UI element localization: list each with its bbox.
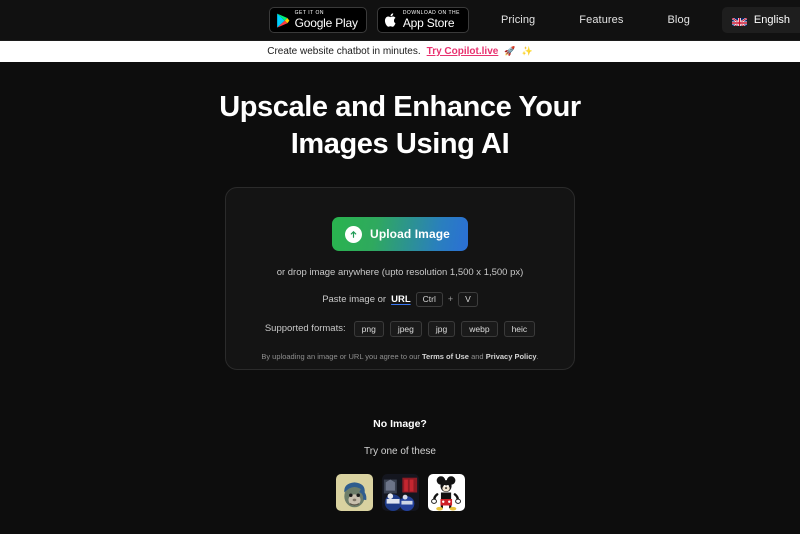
nav-link-features[interactable]: Features [557,14,645,26]
language-selector[interactable]: English [721,7,800,33]
format-chip-jpg[interactable]: jpg [427,320,456,338]
app-store-badge-text: Download on the App Store [402,11,460,30]
app-store-badge[interactable]: Download on the App Store [376,7,469,33]
format-chip-webp[interactable]: webp [461,320,498,338]
supported-formats-label: Supported formats: [264,323,346,335]
privacy-policy-link[interactable]: Privacy Policy [486,352,537,361]
legal-and: and [471,352,484,362]
google-play-main-label: Google Play [294,16,358,30]
uk-flag-icon [731,15,747,26]
format-chip-heic[interactable]: heic [503,320,536,338]
no-image-title: No Image? [373,418,427,431]
key-plus-separator: + [447,294,454,305]
nav-inner: GET IT ON Google Play Download on the Ap… [268,0,800,40]
apple-icon [384,12,398,28]
upload-arrow-icon [345,225,363,243]
google-play-badge-text: GET IT ON Google Play [294,11,358,30]
paste-prefix-label: Paste image or [322,293,387,305]
page-title: Upscale and Enhance Your Images Using AI [219,91,581,161]
format-chip-jpeg[interactable]: jpeg [389,320,422,338]
comic-figures-thumbnail[interactable] [381,474,419,512]
promo-link[interactable]: Try Copilot.live [427,46,499,57]
upload-image-button[interactable]: Upload Image [332,217,468,252]
format-chip-png[interactable]: png [353,320,384,338]
promo-banner: Create website chatbot in minutes. Try C… [0,41,800,62]
mickey-mouse-thumbnail[interactable] [427,474,465,512]
key-v: V [458,292,478,307]
promo-text: Create website chatbot in minutes. [267,46,421,57]
supported-formats-row: Supported formats: png jpeg jpg webp hei… [264,320,536,338]
google-play-badge[interactable]: GET IT ON Google Play [268,7,367,33]
rocket-icon: 🚀 [504,46,516,56]
paste-url-link[interactable]: URL [391,294,411,305]
app-store-main-label: App Store [402,16,455,30]
nav-link-pricing[interactable]: Pricing [479,14,557,26]
upload-image-button-label: Upload Image [370,227,450,242]
bored-ape-thumbnail[interactable] [335,474,373,512]
terms-of-use-link[interactable]: Terms of Use [422,352,469,361]
nav-link-blog[interactable]: Blog [646,14,712,26]
legal-disclaimer: By uploading an image or URL you agree t… [261,352,538,361]
paste-url-row: Paste image or URL Ctrl + V [322,292,478,307]
legal-suffix: . [536,352,539,362]
legal-prefix: By uploading an image or URL you agree t… [261,352,420,362]
upload-dropzone-card[interactable]: Upload Image or drop image anywhere (upt… [225,187,575,371]
google-play-icon [276,13,290,28]
language-label: English [753,14,790,26]
sparkle-icon: ✨ [521,46,533,56]
main-content: Upscale and Enhance Your Images Using AI… [0,62,800,534]
sample-images-row [335,474,465,512]
top-navigation-bar: GET IT ON Google Play Download on the Ap… [0,0,800,41]
drop-hint-text: or drop image anywhere (upto resolution … [276,267,524,279]
try-one-of-these-label: Try one of these [364,446,436,458]
key-ctrl: Ctrl [415,292,443,307]
